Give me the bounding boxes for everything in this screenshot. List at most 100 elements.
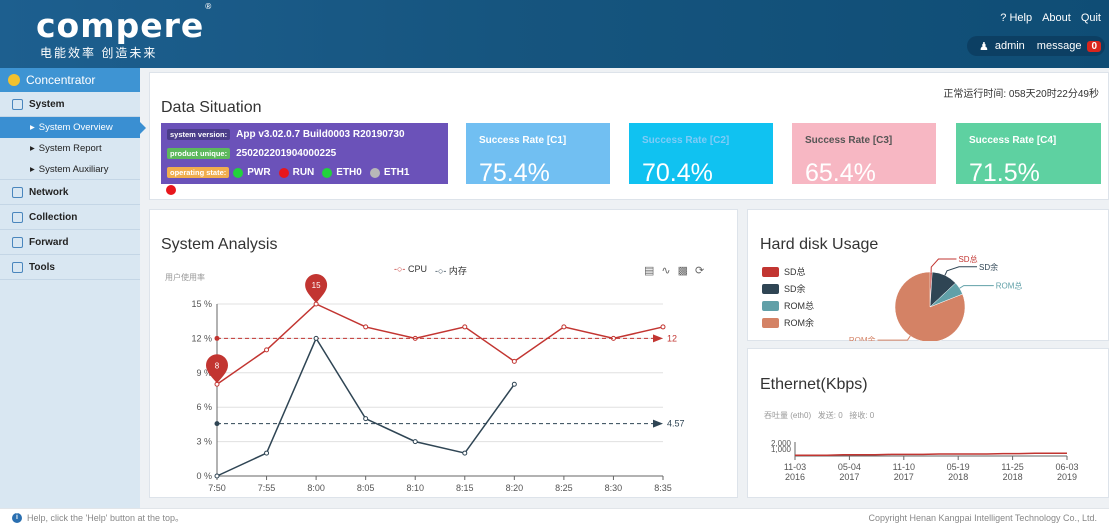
footer-help-text: Help, click the 'Help' button at the top… xyxy=(27,513,185,523)
product-unique-tag: product unique: xyxy=(167,148,231,159)
username[interactable]: admin xyxy=(995,40,1025,52)
x-tick-label: 8:00 xyxy=(307,483,325,493)
system-analysis-chart: 0 %3 %6 %9 %12 %15 %7:50 7:55 8:00 8:05 8:10… xyxy=(191,273,685,493)
sidebar-header[interactable]: Concentrator xyxy=(0,68,140,92)
memory-data-point xyxy=(313,335,319,341)
x-tick-label: 8:20 xyxy=(506,483,524,493)
message-count-badge[interactable]: 0 xyxy=(1087,40,1101,52)
operating-state-tag: operating state: xyxy=(167,167,230,178)
x-tick-label: 7:55 xyxy=(258,483,276,493)
pie-label-line xyxy=(944,266,978,276)
eth-series-line xyxy=(795,452,1067,456)
y-tick-label: 0 % xyxy=(196,471,212,481)
sidebar-item-system-report[interactable]: ▸ System Report xyxy=(0,138,140,159)
sidebar: Concentrator System ▸ System Overview ▸ Sy… xyxy=(0,68,146,508)
slogan: 电能效率 创造未来 xyxy=(40,46,158,60)
eth-x-tick-label: 11-25 xyxy=(1001,462,1023,472)
footer: i Help, click the 'Help' button at the t… xyxy=(0,508,1109,526)
ethernet-chart: 2,0001,00011-03201605-04201711-10201705-… xyxy=(771,439,1079,482)
eth-x-tick-label: 05-04 xyxy=(838,462,861,472)
cpu-data-point xyxy=(264,347,270,353)
eth-x-tick-year: 2016 xyxy=(785,472,805,482)
pwr-indicator-icon xyxy=(233,167,244,178)
sidebar-group-tools[interactable]: Tools xyxy=(0,255,140,280)
pie-label-line xyxy=(930,258,957,273)
memory-mark-line-start xyxy=(214,421,220,427)
cpu-mark-line-start xyxy=(214,335,220,341)
forward-icon xyxy=(12,236,23,248)
caret-right-icon: ▸ xyxy=(30,163,35,175)
footer-copyright: Copyright Henan Kangpai Intelligent Tech… xyxy=(868,512,1098,523)
pie-slice-label: SD余 xyxy=(979,262,998,272)
eth-x-tick-year: 2017 xyxy=(839,472,859,482)
success-rate-c1: Success Rate [C1] 75.4% xyxy=(466,123,610,184)
sidebar-group-network[interactable]: Network xyxy=(0,180,140,205)
y-tick-label: 3 % xyxy=(196,437,212,447)
logo: compere® xyxy=(36,2,214,45)
cpu-mark-line-label: 12 xyxy=(667,333,677,343)
eth-x-tick-label: 11-10 xyxy=(893,462,915,472)
sidebar-item-system-overview[interactable]: ▸ System Overview xyxy=(0,117,146,138)
header: compere® 电能效率 创造未来 ? Help About Quit ♟ a… xyxy=(0,0,1109,68)
info-icon: i xyxy=(12,512,22,523)
help-link[interactable]: ? Help xyxy=(1000,12,1032,24)
run-blink-dot-icon xyxy=(166,185,176,195)
about-link[interactable]: About xyxy=(1042,12,1071,24)
system-version-tag: system version: xyxy=(167,129,231,140)
cpu-data-point xyxy=(660,324,666,330)
memory-data-point xyxy=(264,450,270,456)
eth1-indicator-icon xyxy=(369,167,380,178)
cpu-data-point xyxy=(363,324,369,330)
memory-mark-line-label: 4.57 xyxy=(667,419,685,429)
eth-x-tick-year: 2017 xyxy=(894,472,914,482)
uptime-text: 正常运行时间: 058天20时22分49秒 xyxy=(943,89,1099,100)
memory-data-point xyxy=(412,439,418,445)
data-situation-title: Data Situation xyxy=(161,99,262,116)
cpu-max-pin-label: 15 xyxy=(312,281,321,290)
eth-x-tick-label: 06-03 xyxy=(1055,462,1078,472)
system-icon xyxy=(12,98,23,110)
y-tick-label: 15 % xyxy=(191,299,212,309)
x-tick-label: 8:05 xyxy=(357,483,375,493)
run-indicator-icon xyxy=(278,167,289,178)
system-version-value: App v3.02.0.7 Build0003 R20190730 xyxy=(236,129,405,140)
sidebar-group-collection[interactable]: Collection xyxy=(0,205,140,230)
cpu-data-point xyxy=(462,324,468,330)
eth0-indicator-icon xyxy=(322,167,333,178)
pie-label-line xyxy=(959,285,994,289)
memory-mark-line-arrow xyxy=(653,419,663,428)
hard-disk-pie-chart: SD总SD余 ROM总 ROM余 xyxy=(849,254,1022,341)
sidebar-item-system-auxiliary[interactable]: ▸ System Auxiliary xyxy=(0,159,140,180)
cpu-series-line xyxy=(216,303,664,385)
cpu-data-point xyxy=(511,358,517,364)
product-unique-value: 250202201904000225 xyxy=(236,148,337,159)
top-links: ? Help About Quit xyxy=(1000,12,1101,24)
x-tick-label: 8:25 xyxy=(555,483,573,493)
success-rate-c2: Success Rate [C2] 70.4% xyxy=(629,123,773,184)
system-analysis-title: System Analysis xyxy=(161,236,278,253)
x-tick-label: 8:30 xyxy=(605,483,623,493)
cpu-data-point xyxy=(561,324,567,330)
cpu-mark-line-arrow xyxy=(653,334,663,343)
y-tick-label: 6 % xyxy=(196,402,212,412)
chevron-circle-icon xyxy=(8,74,20,86)
quit-link[interactable]: Quit xyxy=(1081,12,1101,24)
sidebar-group-system[interactable]: System xyxy=(0,92,140,117)
x-tick-label: 8:10 xyxy=(406,483,424,493)
ethernet-title: Ethernet(Kbps) xyxy=(760,376,868,393)
question-icon: ? xyxy=(1000,12,1007,24)
pie-slice-label: ROM余 xyxy=(849,335,876,341)
x-tick-label: 8:15 xyxy=(456,483,474,493)
sidebar-group-forward[interactable]: Forward xyxy=(0,230,140,255)
x-tick-label: 7:50 xyxy=(208,483,226,493)
cpu-min-pin-label: 8 xyxy=(215,361,220,370)
y-tick-label: 12 % xyxy=(191,333,212,343)
eth-y-tick-label: 1,000 xyxy=(771,445,792,454)
tools-icon xyxy=(12,261,23,273)
eth-x-tick-year: 2018 xyxy=(948,472,968,482)
eth-x-tick-label: 05-19 xyxy=(947,462,970,472)
eth-x-tick-year: 2018 xyxy=(1003,472,1023,482)
success-rate-c3: Success Rate [C3] 65.4% xyxy=(792,123,936,184)
user-icon: ♟ xyxy=(978,40,989,53)
message-link[interactable]: message xyxy=(1037,40,1082,52)
